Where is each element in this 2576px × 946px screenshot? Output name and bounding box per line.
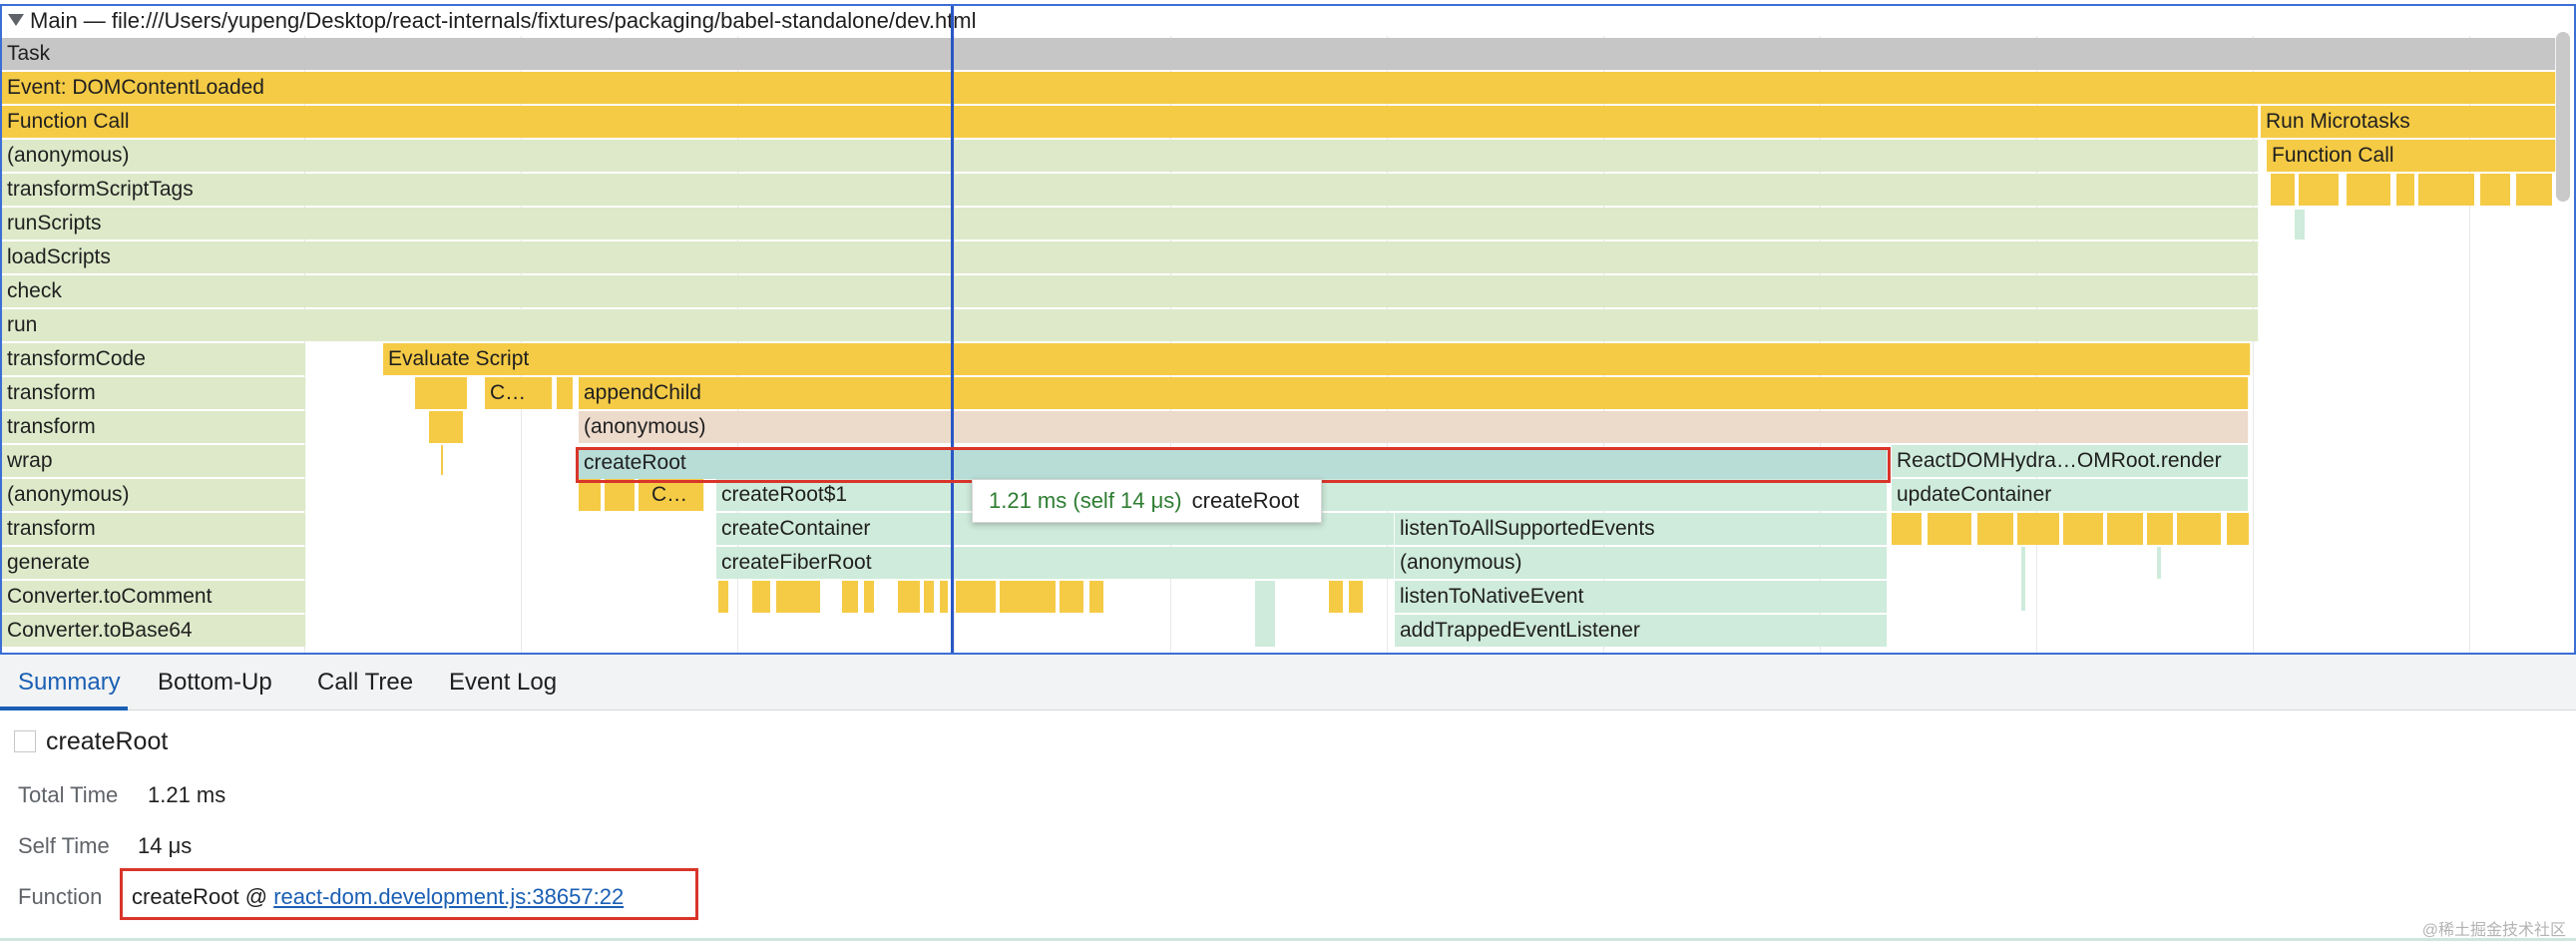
flame-append-child[interactable]: appendChild (579, 377, 2249, 409)
flame-add-trapped-event-listener[interactable]: addTrappedEventListener (1395, 615, 1888, 647)
flame-run-microtasks[interactable]: Run Microtasks (2261, 106, 2556, 138)
selected-entry-outline (576, 447, 1891, 483)
flame-transform-3[interactable]: transform (2, 513, 306, 545)
total-time-value: 1.21 ms (148, 782, 226, 807)
flame-chart[interactable]: Main — file:///Users/yupeng/Desktop/reac… (0, 4, 2576, 655)
function-highlight-outline (120, 868, 698, 920)
flame-converter-to-comment[interactable]: Converter.toComment (2, 581, 306, 613)
self-time-value: 14 μs (138, 833, 193, 858)
flame-wrap[interactable]: wrap (2, 445, 306, 477)
function-label: Function (18, 884, 103, 909)
flame-run-scripts[interactable]: runScripts (2, 208, 2259, 239)
flame-c-ellipsis[interactable]: C… (485, 377, 553, 409)
flame-anonymous-4[interactable]: (anonymous) (1395, 547, 1888, 579)
main-track-header[interactable]: Main — file:///Users/yupeng/Desktop/reac… (2, 6, 2574, 36)
flame-check[interactable]: check (2, 275, 2259, 307)
watermark: @稀土掘金技术社区 (2421, 922, 2566, 939)
flame-anonymous-2[interactable]: (anonymous) (2, 479, 306, 511)
tooltip-time: 1.21 ms (self 14 μs) (989, 488, 1182, 513)
flame-react-dom-render[interactable]: ReactDOMHydra…OMRoot.render (1892, 445, 2249, 477)
flame-transform-code[interactable]: transformCode (2, 343, 306, 375)
bottom-divider (0, 938, 2576, 941)
flame-function-call[interactable]: Function Call (2, 106, 2259, 138)
flame-listen-native-event[interactable]: listenToNativeEvent (1395, 581, 1888, 613)
tab-summary[interactable]: Summary (18, 655, 121, 710)
flame-update-container[interactable]: updateContainer (1892, 479, 2249, 511)
vertical-scrollbar[interactable] (2556, 32, 2570, 202)
flame-transform-1[interactable]: transform (2, 377, 306, 409)
tooltip-name: createRoot (1191, 488, 1300, 513)
self-time-label: Self Time (18, 833, 110, 858)
flame-c-ellipsis-2[interactable]: C… (646, 479, 704, 511)
flame-run[interactable]: run (2, 309, 2259, 341)
tab-bottom-up[interactable]: Bottom-Up (158, 655, 272, 710)
flame-load-scripts[interactable]: loadScripts (2, 241, 2259, 273)
flame-create-fiber-root[interactable]: createFiberRoot (716, 547, 1395, 579)
flame-tooltip: 1.21 ms (self 14 μs) createRoot (972, 479, 1323, 523)
flame-transform-script-tags[interactable]: transformScriptTags (2, 174, 2259, 206)
collapse-triangle-icon[interactable] (8, 14, 24, 27)
flame-anonymous-3[interactable]: (anonymous) (579, 411, 2249, 443)
summary-title: createRoot (46, 727, 169, 755)
tab-event-log[interactable]: Event Log (449, 655, 557, 710)
flame-converter-to-base64[interactable]: Converter.toBase64 (2, 615, 306, 647)
flame-function-call-2[interactable]: Function Call (2267, 140, 2556, 172)
category-swatch-icon (14, 730, 36, 752)
time-cursor[interactable] (951, 6, 954, 653)
tab-call-tree[interactable]: Call Tree (317, 655, 413, 710)
flame-dom-content-loaded[interactable]: Event: DOMContentLoaded (2, 72, 2556, 104)
main-track-title: Main — file:///Users/yupeng/Desktop/reac… (30, 8, 977, 33)
flame-transform-2[interactable]: transform (2, 411, 306, 443)
flame-evaluate-script[interactable]: Evaluate Script (383, 343, 2251, 375)
total-time-label: Total Time (18, 782, 119, 807)
flame-task[interactable]: Task (2, 38, 2556, 70)
flame-listen-all-supported[interactable]: listenToAllSupportedEvents (1395, 513, 1888, 545)
flame-anonymous[interactable]: (anonymous) (2, 140, 2259, 172)
details-tabbar: Summary Bottom-Up Call Tree Event Log (0, 655, 2576, 710)
flame-generate[interactable]: generate (2, 547, 306, 579)
